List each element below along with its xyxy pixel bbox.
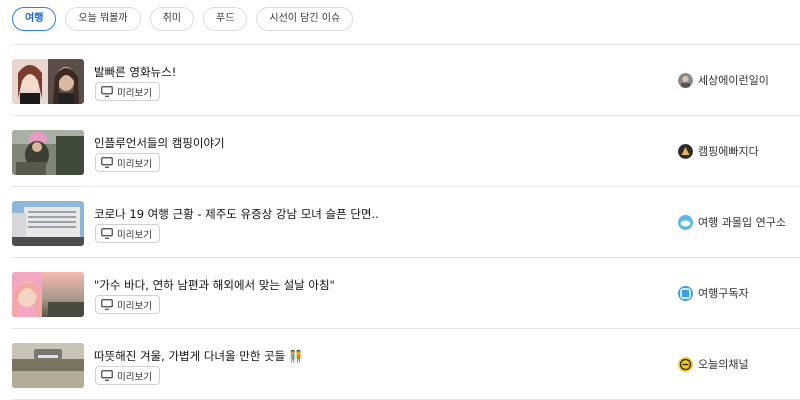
preview-label: 미리보기 bbox=[117, 158, 152, 170]
tab-what-to-watch[interactable]: 오늘 뭐볼까 bbox=[65, 7, 141, 31]
channel-name: 오늘의채널 bbox=[698, 358, 749, 371]
tab-travel[interactable]: 여행 bbox=[12, 7, 57, 31]
monitor-icon bbox=[101, 228, 113, 239]
preview-button[interactable]: 미리보기 bbox=[95, 153, 160, 172]
preview-label: 미리보기 bbox=[117, 229, 152, 241]
list-item[interactable]: 코로나 19 여행 근황 - 제주도 유증상 강남 모녀 슬픈 단면.. 미리보… bbox=[12, 187, 800, 258]
channel-name: 캠핑에빠지다 bbox=[698, 145, 759, 158]
plaza-thumbnail[interactable] bbox=[12, 343, 84, 388]
preview-label: 미리보기 bbox=[117, 87, 152, 99]
channel[interactable]: 여행구독자 bbox=[678, 285, 749, 301]
preview-button[interactable]: 미리보기 bbox=[95, 366, 160, 385]
item-title[interactable]: 발빠른 영화뉴스! bbox=[94, 64, 176, 80]
cloud-badge-icon bbox=[678, 214, 693, 230]
monitor-icon bbox=[101, 370, 113, 381]
list-item[interactable]: 발빠른 영화뉴스! 미리보기 세상에이런일이 bbox=[12, 45, 800, 116]
list-item[interactable]: 따뜻해진 겨울, 가볍게 다녀올 만한 곳들 🧑‍🤝‍🧑 미리보기 오늘의채널 bbox=[12, 329, 800, 400]
channel[interactable]: 세상에이런일이 bbox=[678, 72, 769, 88]
monitor-icon bbox=[101, 86, 113, 97]
channel-name: 여행구독자 bbox=[698, 287, 749, 300]
building-thumbnail[interactable] bbox=[12, 201, 84, 246]
item-title[interactable]: 따뜻해진 겨울, 가볍게 다녀올 만한 곳들 🧑‍🤝‍🧑 bbox=[94, 348, 303, 364]
camping-thumbnail[interactable] bbox=[12, 130, 84, 175]
preview-button[interactable]: 미리보기 bbox=[95, 224, 160, 243]
list-item[interactable]: 인플루언서들의 캠핑이야기 미리보기 캠핑에빠지다 bbox=[12, 116, 800, 187]
item-title[interactable]: 인플루언서들의 캠핑이야기 bbox=[94, 135, 225, 151]
two-portraits-thumbnail[interactable] bbox=[12, 59, 84, 104]
item-title[interactable]: 코로나 19 여행 근황 - 제주도 유증상 강남 모녀 슬픈 단면.. bbox=[94, 206, 379, 222]
monitor-icon bbox=[101, 299, 113, 310]
channel[interactable]: 오늘의채널 bbox=[678, 356, 749, 372]
round-avatar-icon bbox=[678, 72, 693, 88]
tab-food[interactable]: 푸드 bbox=[203, 7, 248, 31]
category-tabs: 여행 오늘 뭐볼까 취미 푸드 시선이 담긴 이슈 bbox=[12, 7, 354, 31]
channel-name: 세상에이런일이 bbox=[698, 74, 769, 87]
preview-button[interactable]: 미리보기 bbox=[95, 295, 160, 314]
sunset-portrait-thumbnail[interactable] bbox=[12, 272, 84, 317]
channel-name: 여행 과몰입 연구소 bbox=[698, 216, 786, 229]
tab-hobby[interactable]: 취미 bbox=[149, 7, 194, 31]
preview-label: 미리보기 bbox=[117, 371, 152, 383]
preview-button[interactable]: 미리보기 bbox=[95, 82, 160, 101]
tab-issues[interactable]: 시선이 담긴 이슈 bbox=[256, 7, 354, 31]
channel[interactable]: 캠핑에빠지다 bbox=[678, 143, 759, 159]
item-title[interactable]: "가수 바다, 연하 남편과 해외에서 맞는 설날 아침" bbox=[94, 277, 335, 293]
preview-label: 미리보기 bbox=[117, 300, 152, 312]
monitor-icon bbox=[101, 157, 113, 168]
list-item[interactable]: "가수 바다, 연하 남편과 해외에서 맞는 설날 아침" 미리보기 여행구독자 bbox=[12, 258, 800, 329]
yellow-face-icon bbox=[678, 356, 693, 372]
camping-badge-icon bbox=[678, 143, 693, 159]
content-list: 발빠른 영화뉴스! 미리보기 세상에이런일이 인플루언서들의 캠핑이야기 미리보… bbox=[12, 44, 800, 400]
channel[interactable]: 여행 과몰입 연구소 bbox=[678, 214, 786, 230]
blue-square-icon bbox=[678, 285, 693, 301]
